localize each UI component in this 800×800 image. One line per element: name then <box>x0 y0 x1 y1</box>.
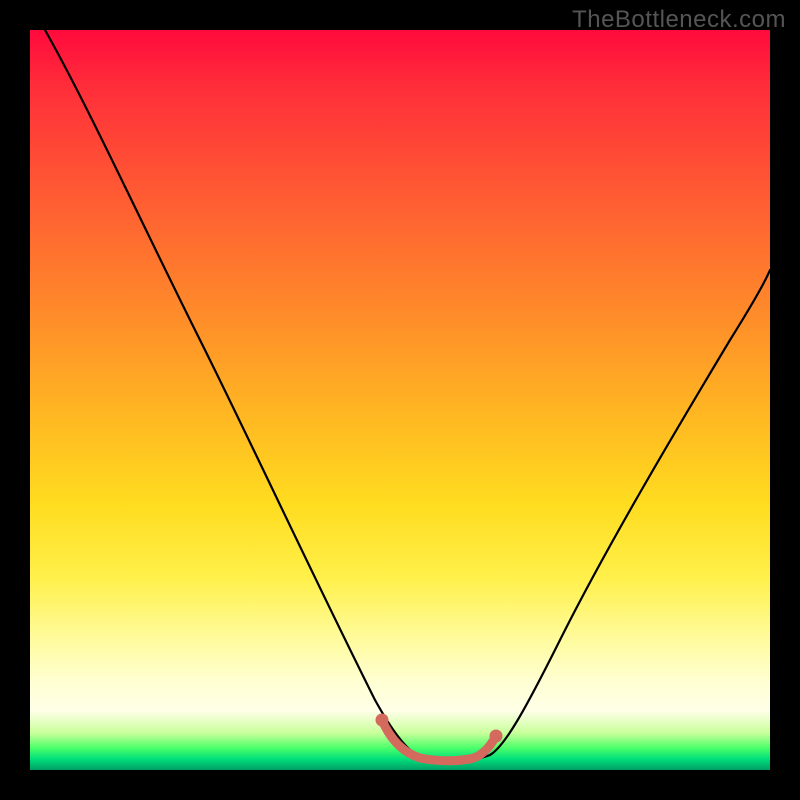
plot-area <box>30 30 770 770</box>
watermark-label: TheBottleneck.com <box>572 6 786 34</box>
bottom-marker-dot-right <box>490 730 503 743</box>
bottom-marker-path <box>382 720 496 761</box>
chart-frame: TheBottleneck.com <box>0 0 800 800</box>
curve-path <box>45 30 770 761</box>
bottom-marker-dot-left <box>376 714 389 727</box>
chart-svg <box>30 30 770 770</box>
